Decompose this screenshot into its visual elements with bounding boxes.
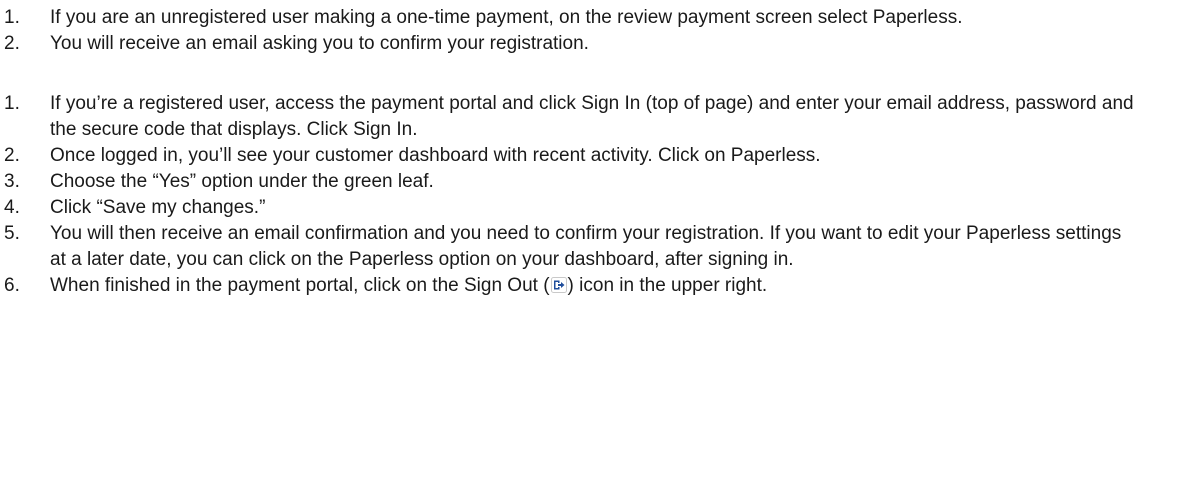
list-item: 1. If you’re a registered user, access t… <box>4 91 1179 143</box>
step-text: Choose the “Yes” option under the green … <box>50 171 434 192</box>
list-item: 6. When finished in the payment portal, … <box>4 273 1179 299</box>
list-item: 5. You will then receive an email confir… <box>4 221 1179 273</box>
list-item: 3. Choose the “Yes” option under the gre… <box>4 169 1179 195</box>
step-text: If you’re a registered user, access the … <box>50 93 1134 140</box>
step-text: If you are an unregistered user making a… <box>50 7 963 28</box>
step-number: 1. <box>4 7 20 28</box>
step-text-before-icon: When finished in the payment portal, cli… <box>50 275 550 296</box>
list-item: 4. Click “Save my changes.” <box>4 195 1179 221</box>
list-item: 2. Once logged in, you’ll see your custo… <box>4 143 1179 169</box>
instructions-document: 1. If you are an unregistered user makin… <box>0 0 1179 499</box>
step-text: Click “Save my changes.” <box>50 197 266 218</box>
step-number: 2. <box>4 33 20 54</box>
step-text: When finished in the payment portal, cli… <box>50 273 1168 299</box>
unregistered-user-steps: 1. If you are an unregistered user makin… <box>4 5 1179 57</box>
step-number: 3. <box>4 171 20 192</box>
step-text-after-icon: ) icon in the upper right. <box>567 275 768 296</box>
step-text: Once logged in, you’ll see your customer… <box>50 145 821 166</box>
registered-user-steps: 1. If you’re a registered user, access t… <box>4 91 1179 299</box>
step-text: You will then receive an email confirmat… <box>50 223 1122 270</box>
sign-out-icon <box>550 277 567 293</box>
step-number: 2. <box>4 145 20 166</box>
step-number: 4. <box>4 197 20 218</box>
step-number: 6. <box>4 275 20 296</box>
list-item: 2. You will receive an email asking you … <box>4 31 1179 57</box>
step-number: 5. <box>4 223 20 244</box>
step-text: You will receive an email asking you to … <box>50 33 589 54</box>
list-item: 1. If you are an unregistered user makin… <box>4 5 1179 31</box>
step-number: 1. <box>4 93 20 114</box>
